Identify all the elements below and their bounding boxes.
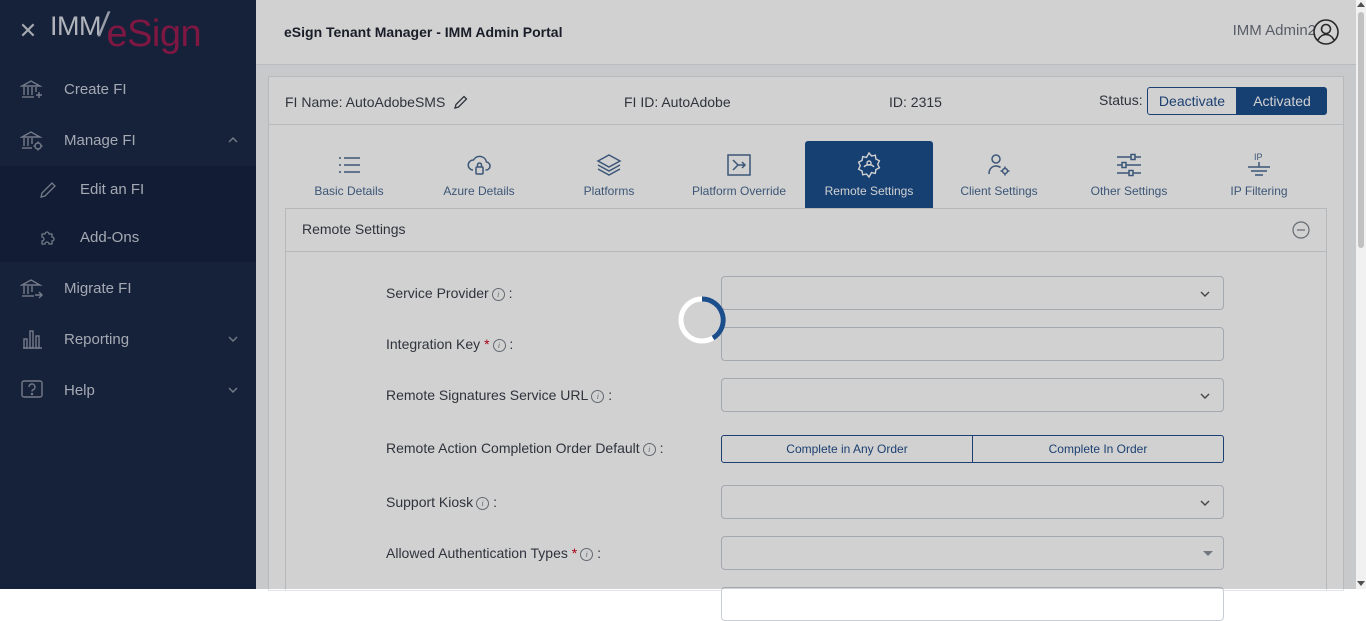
scroll-down-arrow-icon[interactable] bbox=[1357, 581, 1365, 586]
scrollbar-thumb[interactable] bbox=[1358, 12, 1364, 248]
next-field-control[interactable] bbox=[721, 587, 1224, 621]
field-next-partial bbox=[386, 587, 1226, 621]
scroll-up-arrow-icon[interactable] bbox=[1357, 2, 1365, 7]
loading-spinner-icon bbox=[678, 296, 726, 344]
page-scrollbar[interactable] bbox=[1356, 0, 1366, 589]
